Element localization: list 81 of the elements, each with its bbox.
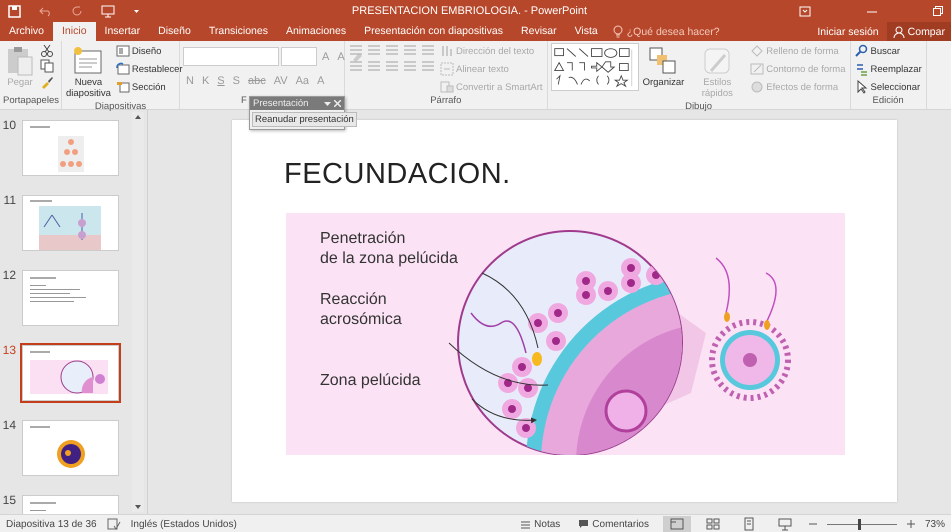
reset-icon xyxy=(116,62,130,76)
diagram-label: Penetración de la zona pelúcida xyxy=(320,229,458,269)
slide-number: 15 xyxy=(2,493,16,507)
notes-button[interactable]: Notas xyxy=(516,518,564,530)
layout-icon xyxy=(116,44,130,58)
sign-in-link[interactable]: Iniciar sesión xyxy=(809,26,887,38)
search-button[interactable]: Buscar xyxy=(854,43,923,59)
diagram-label: Reacción acrosómica xyxy=(320,290,402,330)
dropdown-icon[interactable] xyxy=(324,100,331,106)
slide-number: 13 xyxy=(2,343,16,357)
slide-number: 14 xyxy=(2,418,16,432)
undo-icon[interactable] xyxy=(39,5,53,17)
presentation-icon[interactable] xyxy=(101,4,115,18)
search-icon xyxy=(854,44,869,58)
slide-number: 10 xyxy=(2,118,16,132)
section-button[interactable]: Sección xyxy=(114,79,184,95)
toolbar-title: Presentación xyxy=(253,98,308,109)
notes-icon xyxy=(520,519,532,529)
pen-icon xyxy=(750,62,764,76)
language-label[interactable]: Inglés (Estados Unidos) xyxy=(130,518,237,530)
slide-title: FECUNDACION. xyxy=(284,158,512,191)
caret-icon[interactable] xyxy=(133,8,140,14)
smartart-icon xyxy=(440,80,454,94)
zoom-handle[interactable] xyxy=(858,518,862,530)
redo-icon[interactable] xyxy=(71,5,83,17)
zoom-in-icon[interactable] xyxy=(906,520,915,528)
share-button[interactable]: Compar xyxy=(886,22,951,41)
font-size-field[interactable] xyxy=(281,47,317,66)
lightbulb-icon xyxy=(612,25,623,38)
comments-button[interactable]: Comentarios xyxy=(574,518,653,530)
pointer-button[interactable]: Seleccionar xyxy=(854,79,923,95)
tell-me-field[interactable]: ¿Qué desea hacer? xyxy=(612,25,737,38)
shapes-button[interactable]: Organizar xyxy=(642,43,686,90)
save-icon[interactable] xyxy=(8,4,21,18)
ribbon-tab[interactable]: Transiciones xyxy=(200,22,277,41)
slide-button[interactable]: Nueva diapositiva xyxy=(65,43,112,101)
restore-icon[interactable] xyxy=(933,6,943,16)
group-label: F xyxy=(241,95,247,106)
ribbon-options-icon[interactable] xyxy=(799,6,811,16)
pointer-icon xyxy=(854,80,869,94)
resume-presentation-button[interactable]: Reanudar presentación xyxy=(252,112,357,127)
brush-icon[interactable] xyxy=(40,75,54,89)
section-icon xyxy=(116,80,130,94)
group-label: Portapapeles xyxy=(3,95,59,106)
window-title: PRESENTACION EMBRIOLOGIA. - PowerPoint xyxy=(350,5,588,17)
ribbon-tab[interactable]: Diseño xyxy=(149,22,200,41)
slide-thumbnail[interactable] xyxy=(20,343,121,403)
reset-button[interactable]: Restablecer xyxy=(114,61,184,77)
ribbon-tab[interactable]: Animaciones xyxy=(276,22,356,41)
shape-gallery[interactable] xyxy=(550,43,639,91)
group-label: Dibujo xyxy=(685,101,712,112)
ribbon-tab[interactable]: Insertar xyxy=(96,22,150,41)
replace-button[interactable]: Reemplazar xyxy=(854,61,923,77)
font-name-field[interactable] xyxy=(183,47,279,66)
ribbon-tab[interactable]: Inicio xyxy=(53,22,96,41)
view-button[interactable] xyxy=(662,516,691,532)
scissors-icon[interactable] xyxy=(40,43,54,57)
slide-counter: Diapositiva 13 de 36 xyxy=(6,518,97,530)
comment-icon xyxy=(578,519,590,529)
diagram-label: Zona pelúcida xyxy=(320,371,421,391)
ribbon-tab[interactable]: Archivo xyxy=(0,22,54,41)
close-icon[interactable] xyxy=(334,100,341,107)
spelling-icon[interactable] xyxy=(106,518,121,530)
slide-number: 11 xyxy=(2,193,16,207)
slide-number: 12 xyxy=(2,268,16,282)
ribbon-tab[interactable]: Revisar xyxy=(512,22,566,41)
text-direction-icon xyxy=(440,44,454,58)
layout-button[interactable]: Diseño xyxy=(114,43,184,59)
group-label: Diapositivas xyxy=(94,101,146,112)
effects-icon xyxy=(750,80,764,94)
scrollbar[interactable] xyxy=(132,112,144,512)
ribbon-tab[interactable]: Presentación con diapositivas xyxy=(355,22,512,41)
person-icon xyxy=(892,26,905,38)
align-text-icon xyxy=(440,62,454,76)
copy-icon[interactable] xyxy=(40,59,54,73)
ribbon-tab[interactable]: Vista xyxy=(566,22,607,41)
zoom-level[interactable]: 73% xyxy=(924,518,945,530)
group-label: Edición xyxy=(872,95,904,106)
replace-icon xyxy=(854,62,869,76)
group-label: Párrafo xyxy=(430,95,462,106)
paint-bucket-icon xyxy=(750,44,764,58)
